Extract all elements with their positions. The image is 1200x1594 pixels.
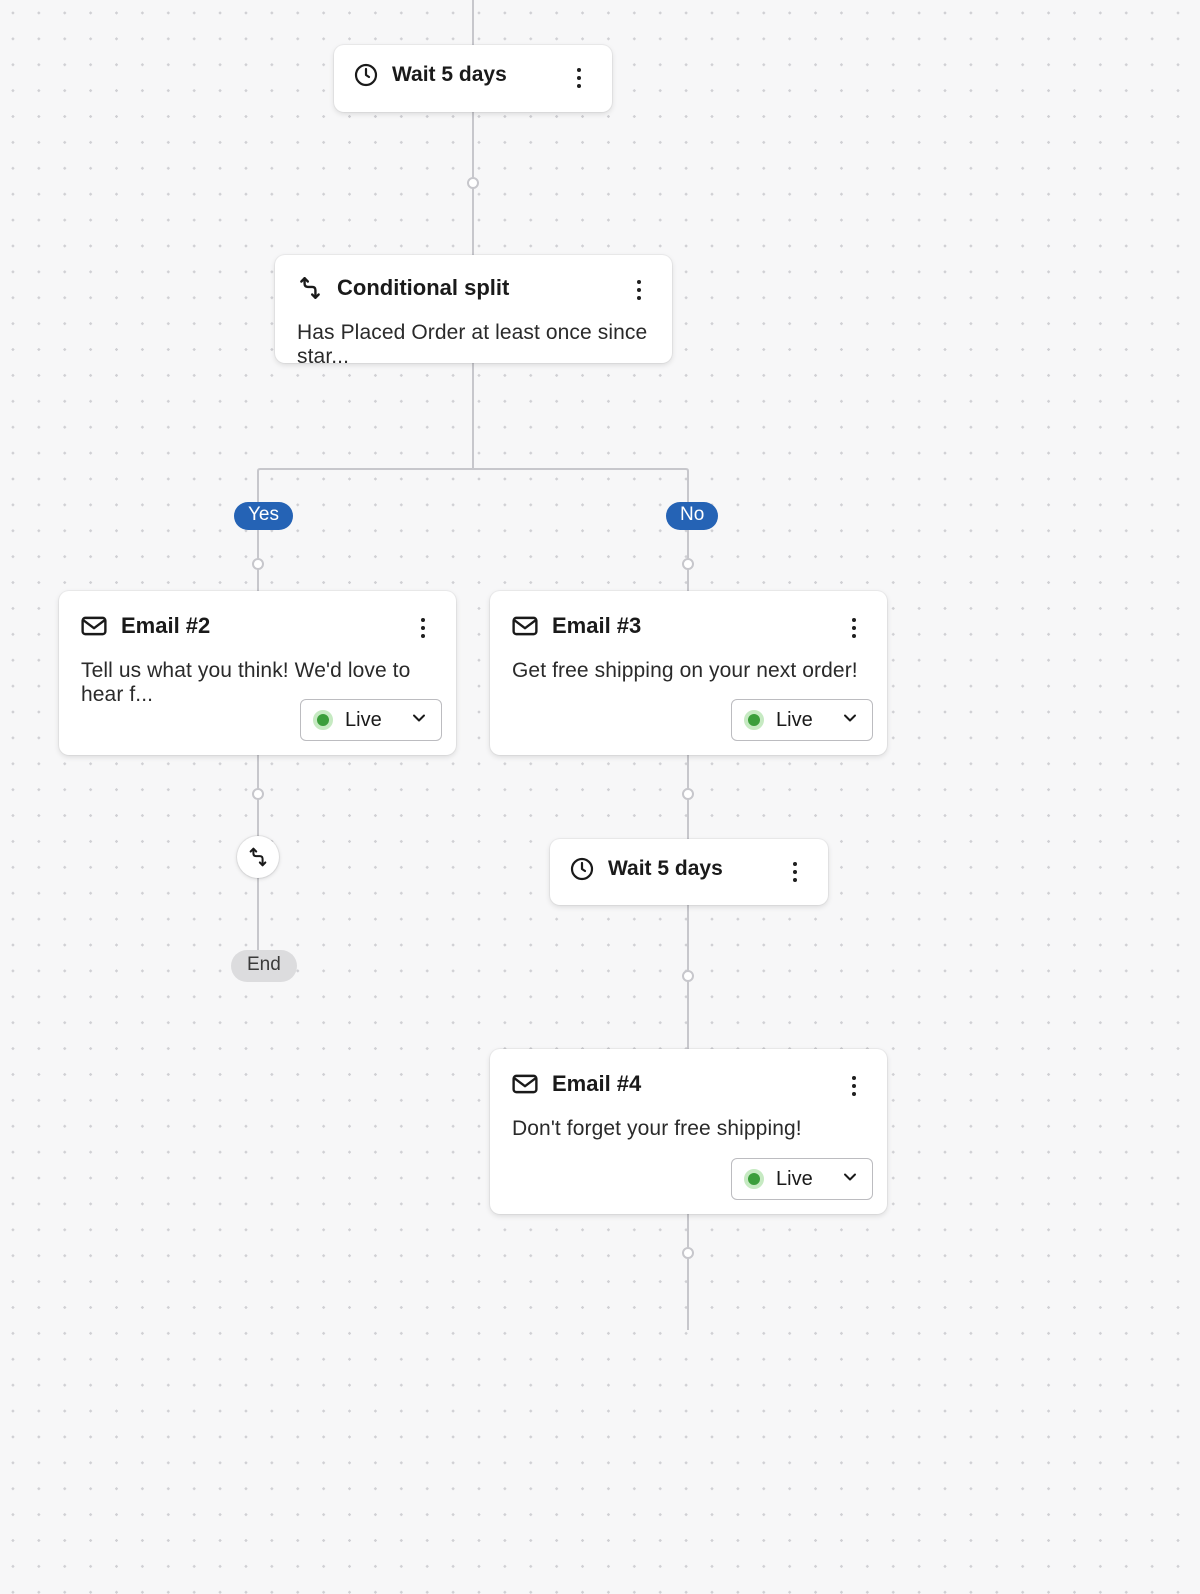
more-menu-button[interactable] (839, 1071, 869, 1101)
more-menu-button[interactable] (564, 63, 594, 93)
status-dropdown[interactable]: Live (731, 1158, 873, 1200)
clock-icon (570, 857, 594, 881)
more-menu-button[interactable] (839, 613, 869, 643)
connector-dot (252, 788, 264, 800)
status-label: Live (776, 709, 813, 732)
live-status-icon (744, 1169, 764, 1189)
flow-canvas[interactable]: Wait 5 days Conditional split Has Placed… (0, 0, 1200, 1594)
status-label: Live (345, 709, 382, 732)
wait-label: Wait 5 days (608, 857, 723, 881)
connectors (0, 0, 1200, 1594)
mail-icon (512, 1074, 538, 1094)
branch-label-yes: Yes (234, 502, 293, 530)
split-title: Conditional split (337, 275, 509, 301)
connector-dot (682, 970, 694, 982)
email-description: Get free shipping on your next order! (512, 659, 865, 683)
branch-label-no: No (666, 502, 718, 530)
conditional-split-node[interactable]: Conditional split Has Placed Order at le… (275, 255, 672, 363)
chevron-down-icon (409, 708, 429, 733)
end-node: End (231, 950, 297, 982)
status-dropdown[interactable]: Live (300, 699, 442, 741)
mail-icon (81, 616, 107, 636)
email-node-3[interactable]: Email #3 Get free shipping on your next … (490, 591, 887, 755)
wait-node-1[interactable]: Wait 5 days (334, 45, 612, 112)
more-menu-button[interactable] (624, 275, 654, 305)
more-menu-button[interactable] (780, 857, 810, 887)
email-title: Email #3 (552, 613, 641, 639)
split-description: Has Placed Order at least once since sta… (297, 321, 650, 369)
connector-dot (467, 177, 479, 189)
clock-icon (354, 63, 378, 87)
connector-dot (682, 558, 694, 570)
more-menu-button[interactable] (408, 613, 438, 643)
wait-label: Wait 5 days (392, 63, 507, 87)
email-title: Email #2 (121, 613, 210, 639)
email-node-2[interactable]: Email #2 Tell us what you think! We'd lo… (59, 591, 456, 755)
email-title: Email #4 (552, 1071, 641, 1097)
split-icon (247, 846, 269, 868)
email-description: Don't forget your free shipping! (512, 1117, 865, 1141)
rejoin-node[interactable] (237, 836, 279, 878)
mail-icon (512, 616, 538, 636)
live-status-icon (744, 710, 764, 730)
status-dropdown[interactable]: Live (731, 699, 873, 741)
connector-dot (682, 788, 694, 800)
chevron-down-icon (840, 708, 860, 733)
live-status-icon (313, 710, 333, 730)
status-label: Live (776, 1168, 813, 1191)
connector-dot (252, 558, 264, 570)
wait-node-2[interactable]: Wait 5 days (550, 839, 828, 905)
chevron-down-icon (840, 1167, 860, 1192)
connector-dot (682, 1247, 694, 1259)
email-node-4[interactable]: Email #4 Don't forget your free shipping… (490, 1049, 887, 1214)
split-icon (297, 275, 323, 301)
